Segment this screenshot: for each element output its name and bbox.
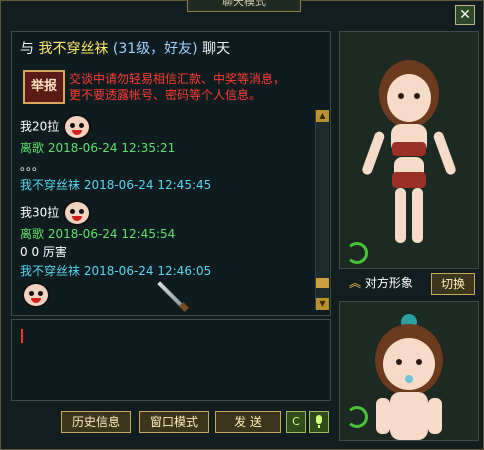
scrollbar[interactable]: ▲ ▼ <box>315 110 329 310</box>
warning-line: 交谈中请勿轻易相信汇款、中奖等消息， <box>69 72 286 86</box>
close-button[interactable]: ✕ <box>455 5 475 25</box>
mic-icon[interactable] <box>309 411 329 433</box>
self-portrait <box>339 301 479 441</box>
message-text: 0 0 厉害 <box>20 245 67 259</box>
message-input[interactable] <box>11 319 331 401</box>
laughing-face-emoji <box>63 114 92 140</box>
message-meta: 离歌 2018-06-24 12:35:21 <box>20 141 176 155</box>
security-warning: 举报 交谈中请勿轻易相信汇款、中奖等消息， 更不要透露帐号、密码等个人信息。 <box>18 67 310 107</box>
chat-history-panel: 与 我不穿丝袜 (31级，好友) 聊天 举报 交谈中请勿轻易相信汇款、中奖等消息… <box>11 31 331 316</box>
message-text: 我20拉 <box>20 119 60 134</box>
scroll-up-icon[interactable]: ▲ <box>316 110 329 122</box>
message-text: 我30拉 <box>20 205 60 220</box>
send-button[interactable]: 发 送 <box>215 411 281 433</box>
refresh-icon[interactable] <box>346 406 368 428</box>
chat-window: 聊天模式 ✕ 与 我不穿丝袜 (31级，好友) 聊天 举报 交谈中请勿轻易相信汇… <box>0 0 484 450</box>
message-list: 我20拉 离歌 2018-06-24 12:35:21 。。。 我不穿丝袜 20… <box>20 112 310 312</box>
message-text: 。。。 <box>20 159 45 173</box>
chat-header-prefix: 与 <box>20 41 34 57</box>
text-caret <box>21 329 23 343</box>
opponent-portrait <box>339 31 479 269</box>
window-mode-button[interactable]: 窗口模式 <box>139 411 209 433</box>
knife-icon <box>150 280 190 312</box>
refresh-icon[interactable] <box>346 242 368 264</box>
history-button[interactable]: 历史信息 <box>61 411 131 433</box>
caption-label: 对方形象 <box>364 276 413 290</box>
scroll-thumb[interactable] <box>316 278 329 288</box>
warning-line: 更不要透露帐号、密码等个人信息。 <box>69 88 262 102</box>
message-meta: 离歌 2018-06-24 12:45:54 <box>20 227 176 241</box>
scroll-down-icon[interactable]: ▼ <box>316 298 329 310</box>
message-meta: 我不穿丝袜 2018-06-24 12:46:05 <box>20 264 212 278</box>
chat-header-suffix: 聊天 <box>202 41 231 57</box>
angry-face-emoji <box>22 282 50 308</box>
switch-button[interactable]: 切换 <box>431 273 475 295</box>
message-row: 我30拉 <box>20 200 92 226</box>
portrait-caption: ︽ 对方形象 <box>349 274 413 291</box>
crying-face-emoji <box>63 200 92 226</box>
friend-info: (31级，好友) <box>112 41 198 57</box>
warning-text: 交谈中请勿轻易相信汇款、中奖等消息， 更不要透露帐号、密码等个人信息。 <box>69 71 285 103</box>
chevron-up-icon: ︽ <box>349 276 362 290</box>
c-button[interactable]: C <box>286 411 306 433</box>
message-row: 我20拉 <box>20 114 92 140</box>
window-title: 聊天模式 <box>187 0 301 12</box>
report-button[interactable]: 举报 <box>23 70 65 104</box>
message-meta: 我不穿丝袜 2018-06-24 12:45:45 <box>20 178 212 192</box>
character-figure <box>362 60 456 243</box>
chat-header: 与 我不穿丝袜 (31级，好友) 聊天 <box>20 38 230 58</box>
friend-name[interactable]: 我不穿丝袜 <box>38 41 108 57</box>
